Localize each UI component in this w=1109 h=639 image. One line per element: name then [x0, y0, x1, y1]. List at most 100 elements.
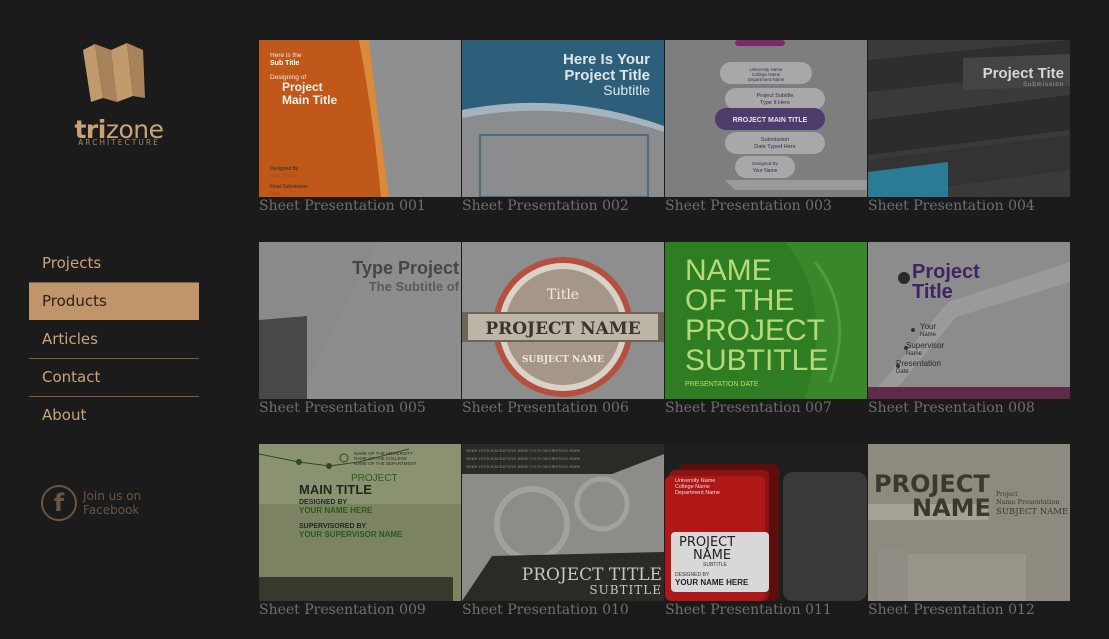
svg-text:Your Name: Your Name	[753, 168, 778, 174]
svg-text:SUBTITLE: SUBTITLE	[703, 562, 728, 568]
facebook-link[interactable]: f Join us on Facebook	[41, 485, 201, 521]
svg-text:Project: Project	[282, 80, 323, 94]
gallery-item-006[interactable]: Title PROJECT NAME SUBJECT NAME Sheet Pr…	[462, 242, 664, 420]
thumbnail-011: University Name College Name Department …	[665, 444, 867, 601]
gallery-item-010[interactable]: HERE YOUR DISCRIPTION HERE YOUR DISCRIPT…	[462, 444, 664, 622]
thumbnail-002: Here Is Your Project Title Subtitle	[462, 40, 664, 197]
gallery-item-012[interactable]: PROJECT NAME Project Name Presentation S…	[868, 444, 1070, 622]
thumbnail-001: Here is the Sub Title Designing of Proje…	[259, 40, 461, 197]
facebook-label: Join us on Facebook	[83, 489, 142, 517]
nav-item-about[interactable]: About	[29, 397, 199, 435]
svg-text:Type Project: Type Project	[352, 258, 459, 278]
svg-text:Submission: Submission	[761, 137, 789, 143]
brand-subtitle: ARCHITECTURE	[78, 138, 160, 147]
gallery-item-002[interactable]: Here Is Your Project Title Subtitle Shee…	[462, 40, 664, 218]
thumbnail-005: Type Project The Subtitle of	[259, 242, 461, 399]
svg-text:Title: Title	[547, 287, 579, 303]
svg-text:Title: Title	[912, 281, 953, 303]
svg-text:Project Subtitle: Project Subtitle	[757, 93, 794, 99]
svg-text:Designed By: Designed By	[270, 166, 299, 172]
svg-text:NAME: NAME	[685, 254, 772, 287]
svg-text:Name Presentation: Name Presentation	[996, 498, 1060, 506]
caption-003: Sheet Presentation 003	[665, 198, 832, 214]
svg-text:NAME: NAME	[912, 494, 991, 522]
svg-text:SUBTITLE: SUBTITLE	[589, 583, 662, 597]
caption-002: Sheet Presentation 002	[462, 198, 629, 214]
svg-text:SUBJECT NAME: SUBJECT NAME	[522, 355, 604, 365]
thumbnail-006: Title PROJECT NAME SUBJECT NAME	[462, 242, 664, 399]
svg-text:Project: Project	[996, 491, 1018, 498]
caption-004: Sheet Presentation 004	[868, 198, 1035, 214]
gallery-item-009[interactable]: NAME OF THE UNIVERSITY NAME OF THE COLLE…	[259, 444, 461, 622]
svg-text:PRESENTATION DATE: PRESENTATION DATE	[685, 381, 759, 388]
caption-011: Sheet Presentation 011	[665, 602, 832, 618]
gallery-item-005[interactable]: Type Project The Subtitle of Sheet Prese…	[259, 242, 461, 420]
svg-text:Department Name: Department Name	[675, 490, 720, 496]
svg-text:HERE YOUR DISCRIPTION HERE YOU: HERE YOUR DISCRIPTION HERE YOUR DISCRIPT…	[466, 457, 581, 461]
brand-logo[interactable]: trizone ARCHITECTURE	[64, 40, 174, 155]
thumbnail-009: NAME OF THE UNIVERSITY NAME OF THE COLLE…	[259, 444, 461, 601]
gallery-item-008[interactable]: Project Title Your Name Supervisor Name …	[868, 242, 1070, 420]
svg-text:Type It Here: Type It Here	[760, 100, 790, 106]
thumbnail-010: HERE YOUR DISCRIPTION HERE YOUR DISCRIPT…	[462, 444, 664, 601]
svg-text:Your: Your	[920, 322, 937, 331]
svg-text:Presentation: Presentation	[896, 359, 941, 368]
svg-text:OF THE: OF THE	[685, 284, 794, 317]
thumbnail-004: Project Tite Submission	[868, 40, 1070, 197]
svg-text:YOUR NAME HERE: YOUR NAME HERE	[675, 578, 749, 587]
nav-item-contact[interactable]: Contact	[29, 359, 199, 397]
svg-text:Project Tite: Project Tite	[983, 65, 1064, 82]
nav-item-products[interactable]: Products	[29, 283, 199, 321]
svg-text:PROJECT: PROJECT	[685, 314, 825, 347]
caption-008: Sheet Presentation 008	[868, 400, 1035, 416]
svg-text:MAIN TITLE: MAIN TITLE	[299, 482, 372, 497]
svg-text:Designed By: Designed By	[752, 161, 778, 166]
svg-text:Name: Name	[906, 351, 923, 357]
gallery-item-001[interactable]: Here is the Sub Title Designing of Proje…	[259, 40, 461, 218]
svg-text:Date: Date	[270, 191, 281, 197]
nav-item-articles[interactable]: Articles	[29, 321, 199, 359]
svg-text:NAME: NAME	[693, 548, 731, 563]
svg-text:Supervisor: Supervisor	[906, 341, 945, 350]
svg-text:Date Typed Here: Date Typed Here	[754, 144, 795, 150]
svg-text:Here Is Your: Here Is Your	[563, 51, 650, 68]
main-nav: Projects Products Articles Contact About	[29, 245, 199, 435]
facebook-icon: f	[41, 485, 77, 521]
svg-text:Final Submission: Final Submission	[270, 184, 308, 190]
svg-text:DESIGNED BY: DESIGNED BY	[299, 499, 348, 506]
svg-text:HERE YOUR DISCRIPTION HERE YOU: HERE YOUR DISCRIPTION HERE YOUR DISCRIPT…	[466, 449, 581, 453]
svg-text:RROJECT MAIN TITLE: RROJECT MAIN TITLE	[733, 117, 808, 124]
svg-text:Submission: Submission	[1023, 82, 1064, 88]
gallery-item-004[interactable]: Project Tite Submission Sheet Presentati…	[868, 40, 1070, 218]
svg-text:Name: Name	[920, 332, 937, 338]
caption-005: Sheet Presentation 005	[259, 400, 426, 416]
svg-text:YOUR SUPERVISOR NAME: YOUR SUPERVISOR NAME	[299, 530, 403, 539]
gallery-item-003[interactable]: University Name College Name Department …	[665, 40, 867, 218]
thumbnail-003: University Name College Name Department …	[665, 40, 867, 197]
svg-text:PROJECT NAME: PROJECT NAME	[485, 319, 640, 339]
gallery-item-007[interactable]: NAME OF THE PROJECT SUBTITLE PRESENTATIO…	[665, 242, 867, 420]
caption-006: Sheet Presentation 006	[462, 400, 629, 416]
caption-010: Sheet Presentation 010	[462, 602, 629, 618]
caption-012: Sheet Presentation 012	[868, 602, 1035, 618]
svg-text:Main Title: Main Title	[282, 93, 337, 107]
thumbnail-008: Project Title Your Name Supervisor Name …	[868, 242, 1070, 399]
svg-text:The Subtitle of: The Subtitle of	[369, 279, 460, 294]
svg-text:SUPERVISORED BY: SUPERVISORED BY	[299, 523, 366, 530]
svg-text:HERE YOUR DISCRIPTION HERE YOU: HERE YOUR DISCRIPTION HERE YOUR DISCRIPT…	[466, 465, 581, 469]
caption-001: Sheet Presentation 001	[259, 198, 426, 214]
nav-item-projects[interactable]: Projects	[29, 245, 199, 283]
svg-text:Project: Project	[912, 261, 980, 283]
thumbnail-007: NAME OF THE PROJECT SUBTITLE PRESENTATIO…	[665, 242, 867, 399]
svg-text:Subtitle: Subtitle	[603, 82, 650, 98]
thumbnail-012: PROJECT NAME Project Name Presentation S…	[868, 444, 1070, 601]
svg-text:YOUR NAME HERE: YOUR NAME HERE	[299, 506, 373, 515]
caption-007: Sheet Presentation 007	[665, 400, 832, 416]
svg-text:Sub Title: Sub Title	[270, 60, 300, 67]
svg-text:Department Name: Department Name	[748, 77, 785, 82]
svg-text:Date: Date	[896, 369, 909, 375]
svg-text:SUBTITLE: SUBTITLE	[685, 344, 828, 377]
caption-009: Sheet Presentation 009	[259, 602, 426, 618]
svg-text:PROJECT TITLE: PROJECT TITLE	[522, 565, 662, 585]
gallery-item-011[interactable]: University Name College Name Department …	[665, 444, 867, 622]
